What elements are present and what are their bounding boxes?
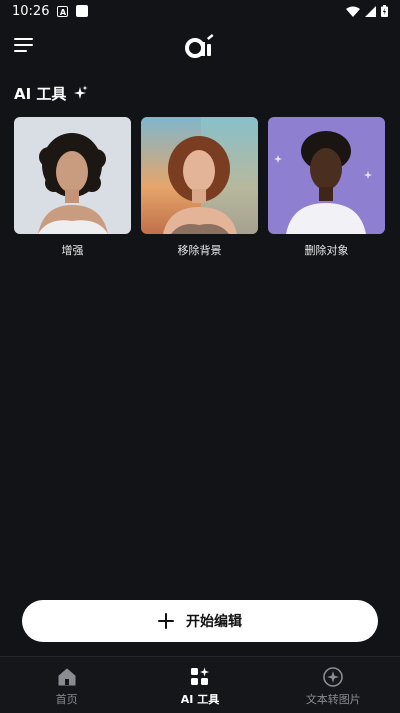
signal-icon — [365, 5, 376, 17]
text-to-image-icon — [323, 667, 344, 687]
app-bar — [0, 30, 400, 66]
section-title-text: AI 工具 — [14, 84, 67, 103]
remove-object-thumbnail — [268, 117, 385, 234]
nav-ai-tools[interactable]: AI 工具 — [133, 657, 266, 713]
sparkle-icon — [74, 85, 88, 99]
notification-square-icon — [76, 5, 89, 17]
enhance-thumbnail — [14, 117, 131, 234]
status-bar: 10:26 A — [0, 0, 400, 22]
app-logo — [185, 34, 214, 58]
status-time: 10:26 — [12, 3, 50, 19]
notification-a-icon: A — [57, 5, 69, 17]
nav-home[interactable]: 首页 — [0, 657, 133, 713]
tool-card-enhance[interactable]: 增强 — [14, 117, 131, 258]
ai-tools-list: 增强 移除背景 删除对象 — [14, 117, 385, 258]
wifi-icon — [346, 6, 360, 17]
tool-label-remove-object: 删除对象 — [304, 244, 349, 257]
tool-card-remove-object[interactable]: 删除对象 — [268, 117, 385, 258]
ai-tools-icon — [190, 667, 209, 685]
tool-card-remove-background[interactable]: 移除背景 — [141, 117, 258, 258]
nav-text-to-image-label: 文本转图片 — [305, 693, 361, 706]
start-editing-button[interactable]: 开始编辑 — [22, 600, 378, 642]
tool-label-remove-background: 移除背景 — [177, 244, 222, 257]
remove-background-thumbnail — [141, 117, 258, 234]
nav-home-label: 首页 — [55, 693, 78, 706]
bottom-navigation: 首页 AI 工具 文本转图片 — [0, 656, 400, 713]
start-editing-label: 开始编辑 — [186, 614, 242, 630]
plus-icon — [158, 613, 174, 629]
nav-text-to-image[interactable]: 文本转图片 — [267, 657, 400, 713]
home-icon — [58, 668, 76, 686]
tool-label-enhance: 增强 — [61, 244, 84, 257]
menu-button[interactable] — [14, 38, 36, 58]
nav-ai-tools-label: AI 工具 — [180, 693, 220, 706]
battery-icon — [381, 5, 388, 17]
section-title: AI 工具 — [14, 83, 88, 103]
